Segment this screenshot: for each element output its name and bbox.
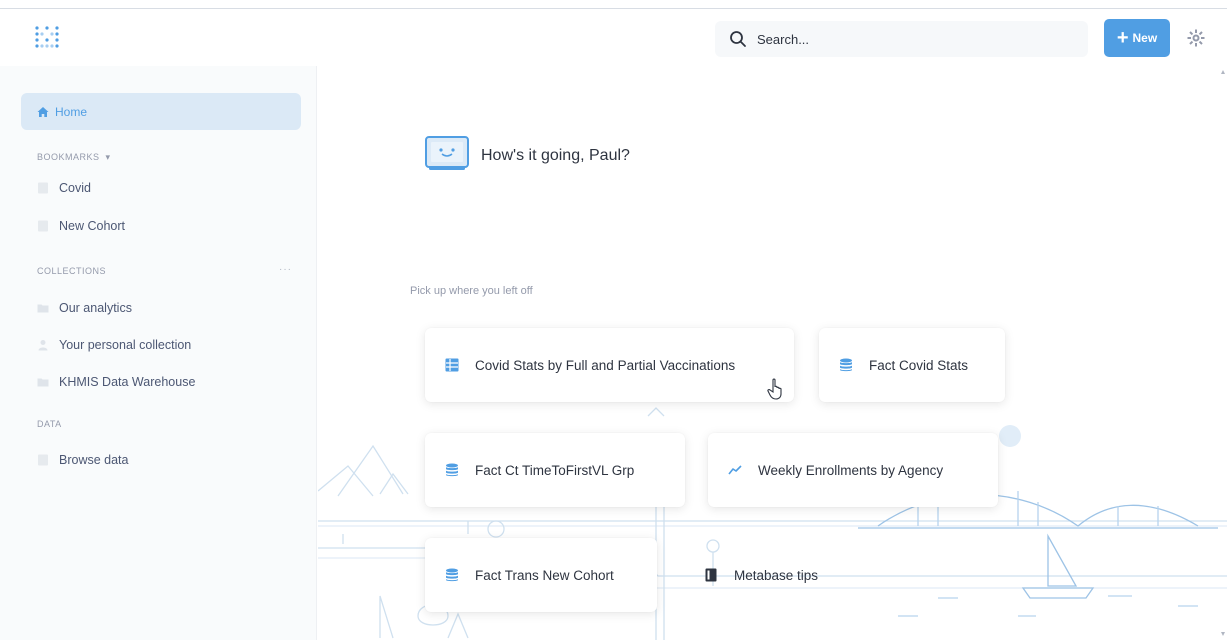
bookmark-page-icon bbox=[38, 182, 48, 194]
sidebar-item-khmis-data-warehouse[interactable]: KHMIS Data Warehouse bbox=[37, 372, 195, 392]
database-icon bbox=[446, 568, 458, 582]
sidebar-item-label: Browse data bbox=[59, 453, 129, 467]
database-icon bbox=[840, 358, 852, 372]
sidebar-item-personal-collection[interactable]: Your personal collection bbox=[37, 335, 191, 355]
sidebar-item-label: Our analytics bbox=[59, 301, 132, 315]
plus-icon: + bbox=[1116, 27, 1129, 49]
recent-item-label: Weekly Enrollments by Agency bbox=[758, 462, 944, 478]
recent-item-label: Fact Ct TimeToFirstVL Grp bbox=[475, 462, 635, 478]
recent-item-fact-covid-stats[interactable]: Fact Covid Stats bbox=[819, 328, 1005, 402]
metabase-logo-icon[interactable] bbox=[34, 25, 60, 51]
home-icon bbox=[37, 106, 49, 117]
new-button-label: New bbox=[1132, 31, 1158, 45]
top-navbar: Search... + New bbox=[0, 9, 1227, 66]
recent-item-weekly-enrollments[interactable]: Weekly Enrollments by Agency bbox=[708, 433, 998, 507]
sidebar-item-label: Home bbox=[55, 104, 88, 119]
search-icon bbox=[730, 31, 746, 47]
sidebar-item-browse-data[interactable]: Browse data bbox=[37, 450, 128, 470]
table-icon bbox=[445, 358, 459, 372]
recent-item-fact-trans-new-cohort[interactable]: Fact Trans New Cohort bbox=[425, 538, 657, 612]
database-icon bbox=[38, 454, 48, 466]
search-input[interactable]: Search... bbox=[757, 32, 809, 47]
collections-heading: COLLECTIONS bbox=[37, 266, 107, 276]
greeting-text: How's it going, Paul? bbox=[481, 147, 630, 164]
line-chart-icon bbox=[728, 465, 742, 475]
recent-item-covid-stats-vaccinations[interactable]: Covid Stats by Full and Partial Vaccinat… bbox=[425, 328, 794, 402]
bookmark-page-icon bbox=[38, 220, 48, 232]
sidebar-item-label: Covid bbox=[59, 181, 91, 195]
chevron-down-icon: ▾ bbox=[105, 152, 111, 162]
more-options-icon[interactable]: ··· bbox=[279, 264, 292, 275]
main-content: How's it going, Paul? Pick up where you … bbox=[318, 66, 1227, 640]
recent-item-label: Fact Covid Stats bbox=[869, 357, 969, 373]
gear-icon[interactable] bbox=[1186, 28, 1206, 48]
pointer-cursor-icon bbox=[767, 378, 782, 400]
folder-icon bbox=[37, 304, 49, 313]
window-top-edge bbox=[0, 0, 1227, 9]
sidebar-item-our-analytics[interactable]: Our analytics bbox=[37, 298, 132, 318]
recent-item-label: Covid Stats by Full and Partial Vaccinat… bbox=[475, 357, 736, 373]
sidebar-item-label: Your personal collection bbox=[59, 338, 192, 352]
folder-icon bbox=[37, 378, 49, 387]
sidebar-item-bookmark-covid[interactable]: Covid bbox=[37, 178, 91, 198]
smiley-monitor-icon bbox=[425, 136, 469, 170]
book-icon bbox=[705, 568, 717, 582]
sidebar: Home BOOKMARKS ▾ Covid New Cohort COLLEC… bbox=[0, 66, 317, 640]
recent-item-label: Fact Trans New Cohort bbox=[475, 567, 614, 583]
data-heading: DATA bbox=[37, 419, 62, 429]
sidebar-item-label: KHMIS Data Warehouse bbox=[59, 375, 196, 389]
bookmarks-heading[interactable]: BOOKMARKS ▾ bbox=[37, 152, 111, 163]
metabase-tips-link[interactable]: Metabase tips bbox=[684, 538, 864, 612]
sidebar-item-home[interactable]: Home bbox=[21, 93, 301, 130]
sidebar-item-bookmark-new-cohort[interactable]: New Cohort bbox=[37, 216, 125, 236]
person-icon bbox=[38, 340, 48, 351]
recent-item-fact-ct-timetofirstvl-grp[interactable]: Fact Ct TimeToFirstVL Grp bbox=[425, 433, 685, 507]
new-button[interactable]: + New bbox=[1104, 19, 1170, 57]
metabase-tips-label: Metabase tips bbox=[734, 567, 819, 583]
scrollbar[interactable] bbox=[1219, 66, 1227, 640]
bookmarks-heading-label: BOOKMARKS bbox=[37, 152, 100, 162]
search-bar[interactable]: Search... bbox=[715, 21, 1088, 57]
recent-items-heading: Pick up where you left off bbox=[410, 285, 533, 297]
sidebar-item-label: New Cohort bbox=[59, 219, 125, 233]
database-icon bbox=[446, 463, 458, 477]
